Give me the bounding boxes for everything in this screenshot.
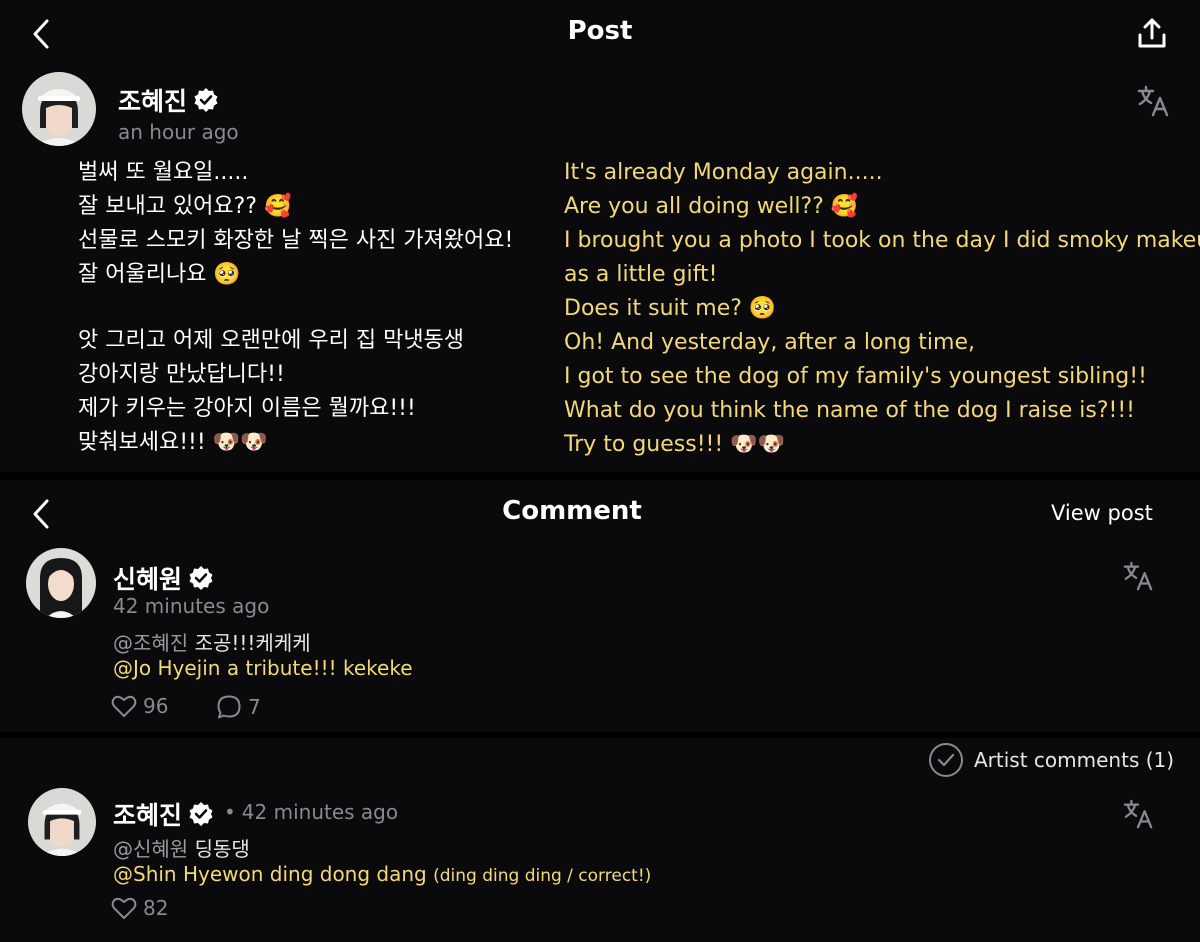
en-line: What do you think the name of the dog I …: [564, 398, 1135, 423]
kr-line: 선물로 스모키 화장한 날 찍은 사진 가져왔어요!: [78, 228, 514, 253]
en-line: Does it suit me? 🥺: [564, 296, 777, 321]
check-circle-icon: [929, 743, 963, 777]
kr-line: 잘 보내고 있어요?? 🥰: [78, 194, 292, 219]
post-body-korean: 벌써 또 월요일..... 잘 보내고 있어요?? 🥰 선물로 스모키 화장한 …: [78, 156, 513, 460]
artist-comments-label: Artist comments (1): [974, 748, 1175, 772]
separator: •: [224, 800, 236, 824]
post-body-translation: It's already Monday again..... Are you a…: [564, 156, 1200, 462]
kr-line: 맞춰보세요!!! 🐶🐶: [78, 430, 268, 455]
translate-button[interactable]: [1134, 82, 1172, 120]
comment-translation: @Jo Hyejin a tribute!!! kekeke: [113, 656, 413, 680]
comment-text: 조공!!!케케케: [194, 631, 311, 655]
translate-icon: [1123, 561, 1153, 591]
share-button[interactable]: [1132, 14, 1172, 54]
comment-panel: Comment View post 신혜원 42 minutes ago @조혜…: [0, 480, 1200, 732]
heart-icon: [111, 897, 137, 919]
translate-icon: [1123, 799, 1153, 829]
translate-button[interactable]: [1120, 558, 1156, 594]
post-author-name[interactable]: 조혜진: [118, 82, 219, 119]
comment-title: Comment: [502, 496, 642, 526]
en-line: Are you all doing well?? 🥰: [564, 194, 859, 219]
view-post-link[interactable]: View post: [1051, 501, 1153, 525]
translate-icon: [1137, 85, 1169, 117]
en-line: I got to see the dog of my family's youn…: [564, 364, 1147, 389]
en-line: I brought you a photo I took on the day …: [564, 228, 1200, 253]
kr-line: 앗 그리고 어제 오랜만에 우리 집 막냇동생: [78, 328, 465, 353]
kr-line: 잘 어울리나요 🥺: [78, 262, 241, 287]
comment-author-label: 신혜원: [113, 565, 183, 594]
reply-text-korean: @신혜원 딩동댕: [113, 833, 250, 862]
verified-icon: [193, 87, 219, 119]
reply-timestamp: • 42 minutes ago: [218, 800, 398, 824]
reply-translation-text: @Shin Hyewon ding dong dang: [113, 862, 427, 886]
post-author-label: 조혜진: [118, 87, 188, 116]
artist-comments-filter[interactable]: Artist comments (1): [928, 742, 1174, 778]
kr-line: 벌써 또 월요일.....: [78, 160, 249, 185]
reply-count: 7: [248, 695, 261, 719]
comment-icon: [217, 695, 241, 719]
en-line: Try to guess!!! 🐶🐶: [564, 432, 785, 457]
comment-text-korean: @조혜진 조공!!!케케케: [113, 627, 311, 656]
mention[interactable]: @신혜원: [113, 837, 188, 861]
like-count: 96: [143, 694, 169, 718]
comment-author-name[interactable]: 신혜원: [113, 560, 214, 597]
translate-button[interactable]: [1120, 796, 1156, 832]
share-icon: [1138, 18, 1166, 48]
reply-author-name[interactable]: 조혜진: [113, 796, 214, 833]
like-button[interactable]: 96: [111, 694, 168, 718]
avatar[interactable]: [28, 788, 96, 856]
like-count: 82: [143, 896, 169, 920]
en-line: It's already Monday again.....: [564, 160, 883, 185]
reply-author-label: 조혜진: [113, 801, 183, 830]
heart-icon: [111, 695, 137, 717]
post-panel: Post 조혜진 an hour ago 벌써 또 월요일..... 잘 보내고…: [0, 0, 1200, 472]
en-line: as a little gift!: [564, 262, 718, 287]
artist-reply-panel: Artist comments (1) 조혜진 • 42 minutes ago …: [0, 738, 1200, 942]
page-title: Post: [567, 16, 633, 46]
kr-line: 강아지랑 만났답니다!!: [78, 362, 285, 387]
avatar[interactable]: [22, 72, 96, 146]
kr-line: 제가 키우는 강아지 이름은 뭘까요!!!: [78, 396, 416, 421]
reply-translation: @Shin Hyewon ding dong dang (ding ding d…: [113, 862, 651, 886]
reply-translation-note: (ding ding ding / correct!): [433, 866, 652, 886]
like-button[interactable]: 82: [111, 896, 168, 920]
reply-button[interactable]: 7: [216, 694, 261, 720]
avatar[interactable]: [26, 548, 96, 618]
en-line: Oh! And yesterday, after a long time,: [564, 330, 975, 355]
verified-icon: [188, 565, 214, 597]
verified-icon: [188, 801, 214, 833]
post-timestamp: an hour ago: [118, 120, 239, 144]
reply-text: 딩동댕: [194, 837, 250, 861]
mention[interactable]: @조혜진: [113, 631, 188, 655]
reply-time: 42 minutes ago: [241, 800, 399, 824]
comment-timestamp: 42 minutes ago: [113, 594, 270, 618]
